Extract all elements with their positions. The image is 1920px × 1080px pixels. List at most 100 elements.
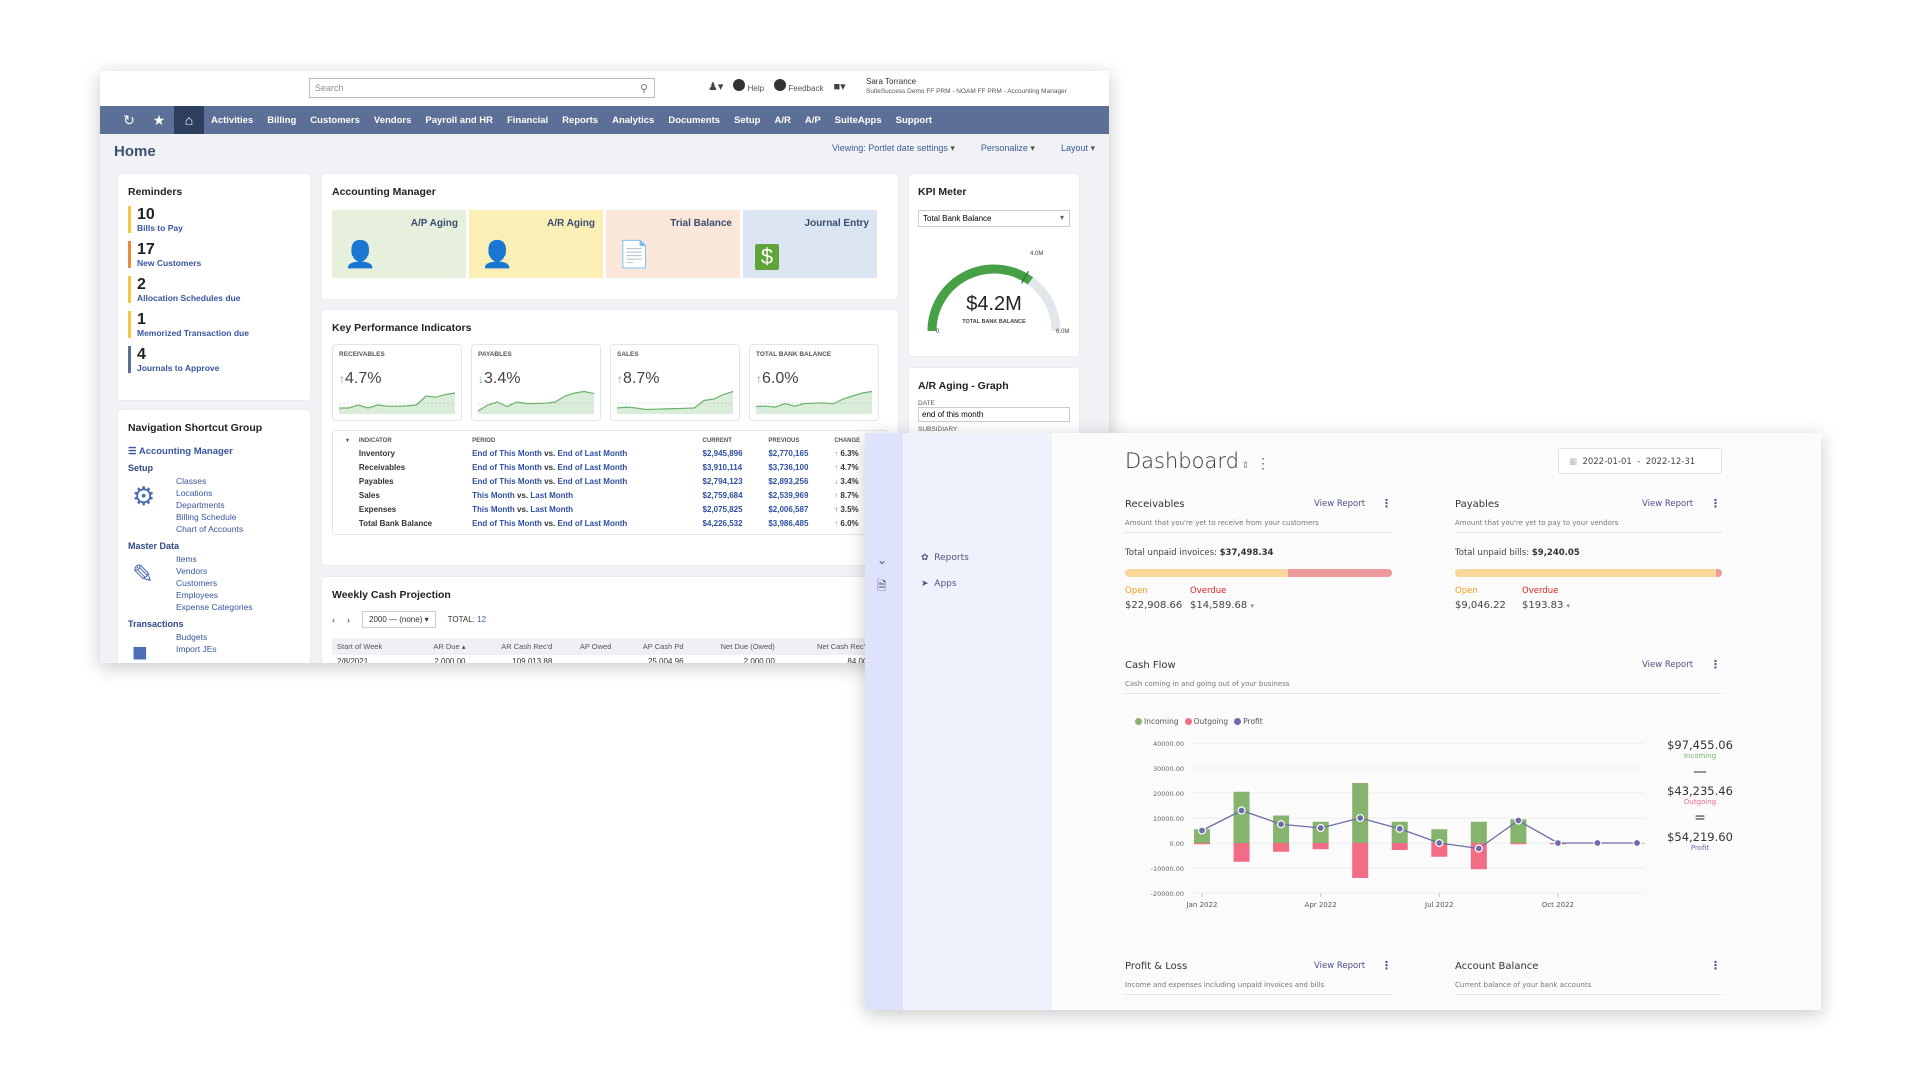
previous-value-link[interactable]: $2,770,165 (765, 446, 831, 460)
outgoing-bar[interactable] (1273, 843, 1290, 852)
recent-users-icon[interactable]: ♟▾ (708, 80, 723, 93)
kpi-card-sales[interactable]: SALES ↑8.7% (610, 344, 740, 421)
period-current-link[interactable]: End of This Month (472, 477, 542, 486)
incoming-bar[interactable] (1273, 815, 1290, 844)
column-header[interactable]: AR Cash Rec'd (470, 638, 558, 655)
profit-point[interactable] (1316, 823, 1325, 833)
previous-value-link[interactable]: $2,893,256 (765, 474, 831, 488)
column-header[interactable]: AR Due ▴ (410, 638, 471, 655)
current-value-link[interactable]: $3,910,114 (700, 460, 766, 474)
period-previous-link[interactable]: End of Last Month (558, 463, 628, 472)
nav-item-a-r[interactable]: A/R (767, 115, 797, 126)
nav-item-payroll-and-hr[interactable]: Payroll and HR (418, 115, 500, 126)
current-value-link[interactable]: $2,794,123 (700, 474, 766, 488)
current-value-link[interactable]: $2,759,684 (700, 488, 766, 502)
shortcut-group-link[interactable]: ☰ Accounting Manager (128, 446, 300, 457)
kpi-card-total-bank-balance[interactable]: TOTAL BANK BALANCE ↑6.0% (749, 344, 879, 421)
shortcut-link[interactable]: Classes (176, 475, 243, 487)
shortcut-link[interactable]: Budgets (176, 631, 217, 643)
date-range-picker[interactable]: ▦ 2022-01-01 - 2022-12-31 (1558, 448, 1722, 474)
help-button[interactable]: Help (733, 79, 764, 93)
shortcut-link[interactable]: Departments (176, 499, 243, 511)
nav-item-financial[interactable]: Financial (500, 115, 555, 126)
incoming-bar[interactable] (1470, 821, 1487, 843)
dashboard-title[interactable]: Dashboard ⇕ ⋮ (1125, 449, 1270, 473)
period-current-link[interactable]: End of This Month (472, 449, 542, 458)
home-icon[interactable]: ⌂ (174, 106, 204, 134)
tile-a-p-aging[interactable]: A/P Aging 👤 (332, 210, 466, 278)
sidebar-item-reports[interactable]: ✿ Reports (921, 553, 969, 563)
period-previous-link[interactable]: Last Month (530, 491, 573, 500)
portlet-date-settings-dropdown[interactable]: Viewing: Portlet date settings (832, 143, 955, 154)
period-current-link[interactable]: This Month (472, 491, 515, 500)
cash-flow-view-report-link[interactable]: View Report (1642, 660, 1693, 670)
column-header[interactable]: CURRENT (700, 435, 766, 446)
column-header[interactable]: AP Owed (557, 638, 617, 655)
reminder-item[interactable]: 2 Allocation Schedules due (128, 276, 300, 303)
legend-item-outgoing[interactable]: Outgoing (1184, 717, 1228, 726)
period-previous-link[interactable]: Last Month (530, 505, 573, 514)
previous-value-link[interactable]: $3,986,485 (765, 516, 831, 530)
tile-trial-balance[interactable]: Trial Balance 📄 (606, 210, 740, 278)
payables-overdue-dropdown[interactable]: $193.83 ▾ (1522, 600, 1570, 611)
nav-item-billing[interactable]: Billing (260, 115, 303, 126)
outgoing-bar[interactable] (1233, 843, 1250, 862)
incoming-bar[interactable] (1352, 783, 1369, 843)
tile-a-r-aging[interactable]: A/R Aging 👤 (469, 210, 603, 278)
profit-loss-view-report-link[interactable]: View Report (1314, 961, 1365, 971)
nav-item-support[interactable]: Support (889, 115, 939, 126)
current-value-link[interactable]: $2,075,825 (700, 502, 766, 516)
outgoing-bar[interactable] (1194, 843, 1210, 845)
nav-item-setup[interactable]: Setup (727, 115, 767, 126)
outgoing-bar[interactable] (1352, 843, 1369, 878)
reminder-item[interactable]: 4 Journals to Approve (128, 346, 300, 373)
profit-point[interactable] (1514, 816, 1523, 825)
tile-journal-entry[interactable]: Journal Entry $ (743, 210, 877, 278)
incoming-bar[interactable] (1233, 791, 1250, 843)
cash-flow-kebab-icon[interactable]: ⋮ (1710, 658, 1721, 671)
shortcut-link[interactable]: Locations (176, 487, 243, 499)
period-previous-link[interactable]: End of Last Month (558, 449, 628, 458)
profit-point[interactable] (1435, 838, 1444, 848)
shortcut-link[interactable]: Employees (176, 589, 253, 601)
account-balance-kebab-icon[interactable]: ⋮ (1710, 959, 1721, 972)
reminder-item[interactable]: 1 Memorized Transaction due (128, 311, 300, 338)
previous-value-link[interactable]: $2,539,969 (765, 488, 831, 502)
receivables-kebab-icon[interactable]: ⋮ (1381, 497, 1392, 510)
shortcut-link[interactable]: Expense Categories (176, 601, 253, 613)
column-header[interactable]: AP Cash Pd (616, 638, 689, 655)
reminder-label[interactable]: Bills to Pay (137, 223, 300, 233)
shortcut-link[interactable]: Vendors (176, 565, 253, 577)
profit-point[interactable] (1474, 844, 1483, 853)
current-value-link[interactable]: $4,226,532 (700, 516, 766, 530)
column-header[interactable]: PERIOD (469, 435, 699, 446)
collapse-toggle[interactable]: ▾ (343, 435, 356, 446)
reminder-label[interactable]: Memorized Transaction due (137, 328, 300, 338)
column-header[interactable]: PREVIOUS (765, 435, 831, 446)
outgoing-bar[interactable] (1391, 843, 1408, 850)
nav-item-analytics[interactable]: Analytics (605, 115, 661, 126)
outgoing-bar[interactable] (1312, 843, 1329, 850)
chevron-down-icon[interactable]: ⌄ (877, 553, 887, 567)
personalize-dropdown[interactable]: Personalize (981, 143, 1035, 154)
column-header[interactable]: INDICATOR (356, 435, 469, 446)
profit-point[interactable] (1632, 838, 1642, 848)
recent-records-icon[interactable]: ↻ (114, 112, 144, 129)
feedback-button[interactable]: Feedback (774, 79, 823, 93)
outgoing-bar[interactable] (1510, 843, 1527, 845)
next-page-button[interactable]: › (347, 615, 350, 625)
nav-item-reports[interactable]: Reports (555, 115, 605, 126)
reminder-label[interactable]: Allocation Schedules due (137, 293, 300, 303)
sidebar-item-apps[interactable]: ➤ Apps (921, 579, 957, 589)
kpi-meter-select[interactable]: Total Bank Balance (918, 210, 1070, 227)
column-header[interactable]: Net Due (Owed) (688, 638, 780, 655)
search-input[interactable]: Search ⚲ (309, 78, 655, 98)
shortcut-link[interactable]: Items (176, 553, 253, 565)
legend-item-incoming[interactable]: Incoming (1135, 717, 1179, 726)
receivables-overdue-dropdown[interactable]: $14,589.68 ▾ (1190, 600, 1254, 611)
search-icon[interactable]: ⚲ (640, 82, 648, 95)
previous-value-link[interactable]: $3,736,100 (765, 460, 831, 474)
kpi-card-receivables[interactable]: RECEIVABLES ↑4.7% (332, 344, 462, 421)
reminder-label[interactable]: Journals to Approve (137, 363, 300, 373)
period-current-link[interactable]: End of This Month (472, 463, 542, 472)
